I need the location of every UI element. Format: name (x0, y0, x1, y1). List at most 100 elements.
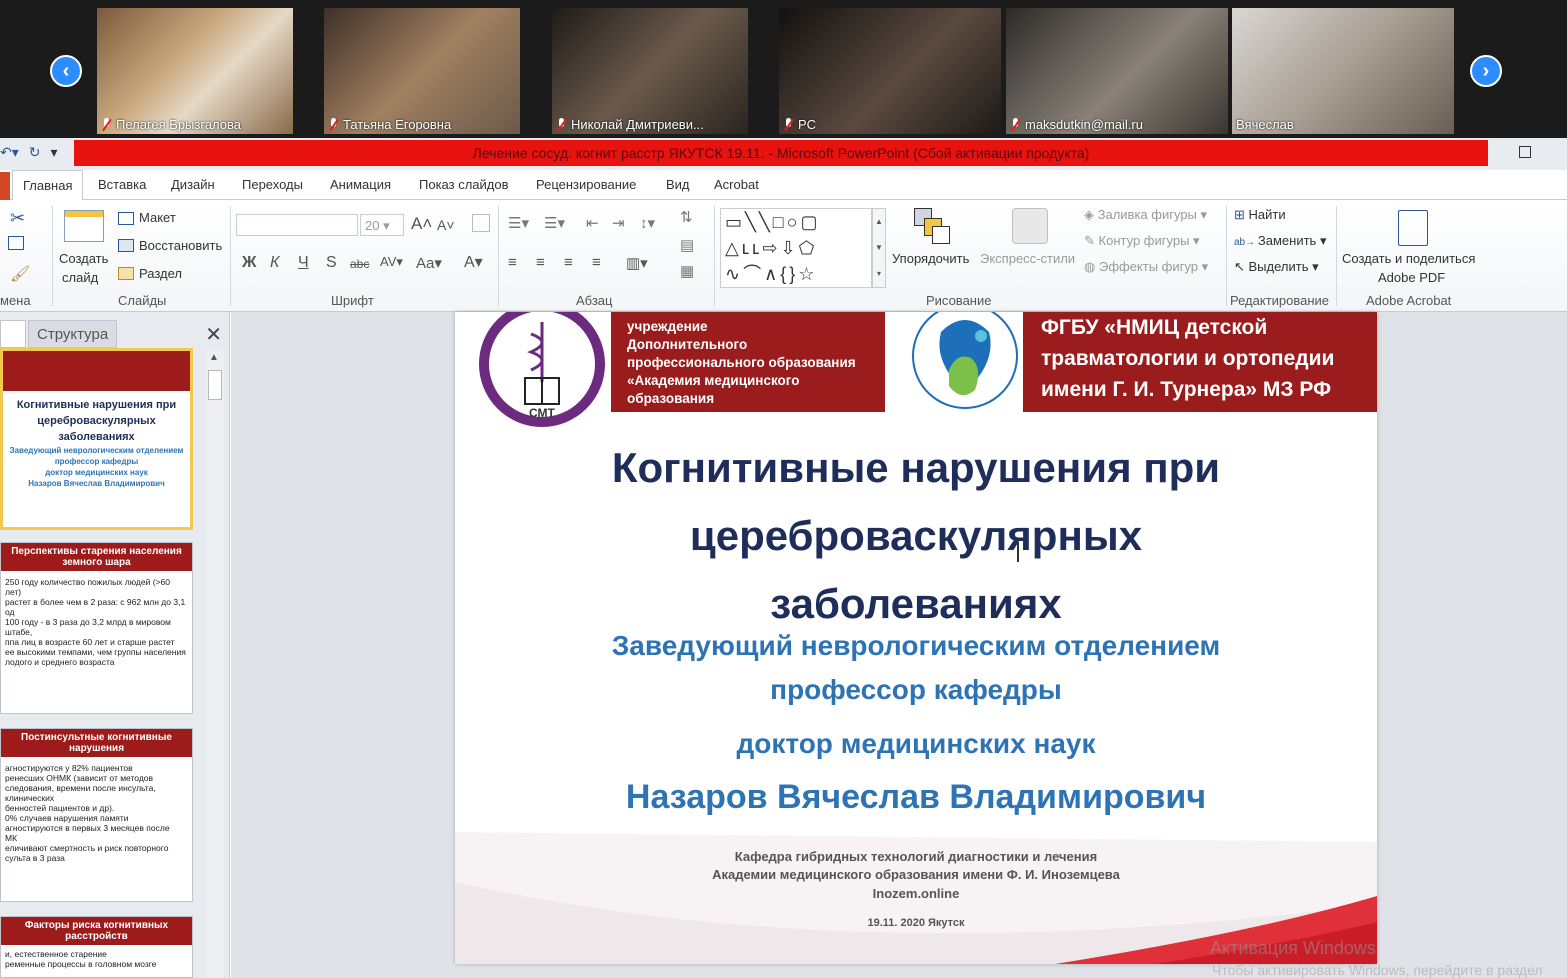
undo-icon[interactable]: ↶▾ (0, 144, 19, 161)
panel-scrollbar[interactable]: ▲ (206, 350, 224, 978)
tab-home[interactable]: Главная (12, 170, 84, 201)
thumb-subtitle: Заведующий неврологическим отделением про… (9, 446, 184, 488)
rectangle-shape-icon[interactable]: □ (773, 212, 787, 232)
wave-shape-icon[interactable]: ∧ (764, 264, 780, 284)
participant-tile-5[interactable]: maksdutkin@mail.ru (1006, 8, 1228, 134)
left-brace-icon[interactable]: { (780, 264, 789, 284)
triangle-shape-icon[interactable]: △ (725, 238, 742, 258)
replace-button[interactable]: ab→ Заменить ▾ (1234, 233, 1326, 249)
tab-review[interactable]: Рецензирование (536, 177, 636, 192)
file-tab[interactable] (0, 172, 10, 200)
decrease-indent-icon[interactable]: ⇤ (586, 214, 599, 232)
participant-tile-6[interactable]: Вячеслав (1232, 8, 1454, 134)
section-button[interactable]: Раздел (139, 266, 182, 281)
tab-outline[interactable]: Структура (28, 320, 118, 348)
arrange-button[interactable]: Упорядочить (892, 251, 969, 266)
slide-thumbnail-3[interactable]: Постинсультные когнитивные нарушения агн… (0, 728, 193, 902)
quick-styles-button[interactable]: Экспресс-стили (980, 251, 1075, 266)
new-slide-button[interactable]: Создать (59, 251, 108, 266)
shape-fill-button[interactable]: ◈ Заливка фигуры ▾ (1084, 207, 1207, 223)
cut-icon[interactable]: ✂ (10, 208, 25, 229)
down-arrow-shape-icon[interactable]: ⇩ (781, 238, 799, 258)
reset-button[interactable]: Восстановить (139, 238, 222, 253)
clear-format-icon[interactable] (472, 214, 490, 232)
align-right-icon[interactable]: ≡ (564, 254, 573, 271)
restore-window-icon[interactable] (1519, 146, 1531, 158)
elbow-connector-icon[interactable]: ʟ (742, 238, 752, 258)
tab-view[interactable]: Вид (666, 177, 690, 192)
copy-icon[interactable] (8, 236, 24, 250)
align-center-icon[interactable]: ≡ (536, 254, 545, 271)
redo-icon[interactable]: ↻ (29, 144, 41, 161)
participant-tile-3[interactable]: Николай Дмитриеви... (552, 8, 748, 134)
shape-outline-button[interactable]: ✎ Контур фигуры ▾ (1084, 233, 1200, 249)
find-button[interactable]: ⊞ Найти (1234, 207, 1286, 223)
textbox-shape-icon[interactable]: ▭ (725, 212, 745, 232)
scroll-thumb[interactable] (208, 370, 222, 400)
arc-shape-icon[interactable]: ⌒ (743, 264, 764, 284)
shape-effects-button[interactable]: ◍ Эффекты фигур ▾ (1084, 259, 1208, 275)
elbow-arrow-icon[interactable]: ʟ (752, 238, 762, 258)
shrink-font-icon[interactable]: A˅ (437, 217, 455, 233)
current-slide[interactable]: СМТ учреждение Дополнительного профессиона… (455, 312, 1377, 964)
layout-button[interactable]: Макет (139, 210, 176, 225)
slide-thumbnail-4[interactable]: Факторы риска когнитивных расстройств и,… (0, 916, 193, 978)
new-slide-icon[interactable] (64, 210, 104, 242)
change-case-icon[interactable]: Aa▾ (416, 254, 442, 272)
italic-icon[interactable]: К (270, 254, 279, 272)
font-color-icon[interactable]: A▾ (464, 252, 483, 272)
participant-tile-4[interactable]: PC (779, 8, 1001, 134)
pentagon-shape-icon[interactable]: ⬠ (799, 238, 818, 258)
line-spacing-icon[interactable]: ↕▾ (640, 214, 655, 232)
tab-transitions[interactable]: Переходы (242, 177, 303, 192)
scroll-up-arrow[interactable]: ▲ (209, 352, 219, 363)
next-page-arrow[interactable]: › (1470, 55, 1502, 87)
numbering-icon[interactable]: ☰▾ (544, 214, 565, 232)
customize-qat-icon[interactable]: ▾ (51, 144, 58, 161)
bullets-icon[interactable]: ☰▾ (508, 214, 529, 232)
shapes-gallery[interactable]: ▭╲╲□○▢ △ʟʟ⇨⇩⬠ ∿⌒∧{}☆ (720, 208, 872, 288)
new-slide-dropdown[interactable]: слайд (62, 270, 98, 285)
align-text-icon[interactable]: ▤ (680, 236, 694, 254)
bold-icon[interactable]: Ж (242, 254, 256, 272)
right-arrow-shape-icon[interactable]: ⇨ (762, 238, 780, 258)
tab-slides[interactable] (0, 320, 26, 348)
font-family-select[interactable] (236, 214, 358, 236)
star-shape-icon[interactable]: ☆ (798, 264, 817, 284)
char-spacing-icon[interactable]: AV▾ (380, 254, 403, 270)
text-direction-icon[interactable]: ⇅ (680, 208, 693, 226)
tab-insert[interactable]: Вставка (98, 177, 146, 192)
shapes-gallery-scroll[interactable]: ▲ ▼ ▾ (872, 208, 886, 288)
grow-font-icon[interactable]: A˄ (411, 214, 432, 234)
columns-icon[interactable]: ▥▾ (626, 254, 648, 272)
close-panel-icon[interactable]: ✕ (205, 322, 222, 347)
align-left-icon[interactable]: ≡ (508, 254, 517, 271)
prev-page-arrow[interactable]: ‹ (50, 55, 82, 87)
line-shape-icon[interactable]: ╲ (745, 212, 759, 232)
arrow-line-shape-icon[interactable]: ╲ (759, 212, 773, 232)
thumb-line: 0% случаев нарушения памяти (5, 813, 129, 823)
tab-slideshow[interactable]: Показ слайдов (419, 177, 509, 192)
increase-indent-icon[interactable]: ⇥ (612, 214, 625, 232)
right-brace-icon[interactable]: } (789, 264, 798, 284)
participant-tile-2[interactable]: Татьяна Егоровна (324, 8, 520, 134)
smartart-icon[interactable]: ▦ (680, 262, 694, 280)
underline-icon[interactable]: Ч (298, 254, 309, 272)
shadow-icon[interactable]: S (326, 254, 337, 272)
oval-shape-icon[interactable]: ○ (787, 212, 801, 232)
participant-tile-1[interactable]: Пелагея Брызгалова (97, 8, 293, 134)
strikethrough-icon[interactable]: abc (350, 257, 369, 271)
font-size-select[interactable]: 20 ▾ (360, 214, 404, 236)
format-painter-icon[interactable]: 🖌 (10, 264, 30, 284)
slide-thumbnail-2[interactable]: Перспективы старения населения земного ш… (0, 542, 193, 714)
slide-thumbnail-1[interactable]: Когнитивные нарушения при цереброваскуляр… (0, 348, 193, 530)
select-button[interactable]: ↖ Выделить ▾ (1234, 259, 1319, 275)
tab-design[interactable]: Дизайн (171, 177, 215, 192)
website-line: Inozem.online (872, 886, 960, 901)
tab-animations[interactable]: Анимация (330, 177, 391, 192)
rounded-rect-shape-icon[interactable]: ▢ (800, 212, 820, 232)
create-share-pdf-button[interactable]: Создать и поделиться (1342, 251, 1475, 266)
tab-acrobat[interactable]: Acrobat (714, 177, 759, 192)
justify-icon[interactable]: ≡ (592, 254, 601, 271)
curve-shape-icon[interactable]: ∿ (725, 264, 743, 284)
